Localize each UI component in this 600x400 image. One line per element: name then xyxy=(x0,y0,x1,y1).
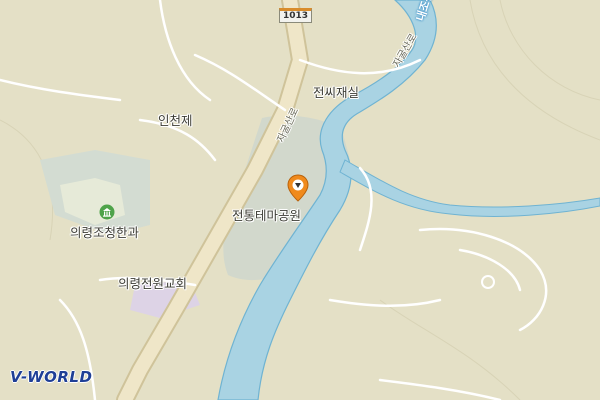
provider-logo: V-WORLD xyxy=(10,368,93,386)
government-building-icon xyxy=(99,204,115,220)
label-reservoir[interactable]: 인천제 xyxy=(158,110,193,129)
location-pin-icon[interactable] xyxy=(287,174,309,202)
label-church[interactable]: 의령전원교회 xyxy=(118,273,187,292)
label-shrine[interactable]: 전씨재실 xyxy=(313,82,359,101)
label-gov-office[interactable]: 의령조청한과 xyxy=(70,222,139,241)
route-shield: 1013 xyxy=(279,8,313,23)
map-view[interactable]: 1013 전씨재실 인천제 전통테마공원 의령조청한과 의령전원교회 내조천 자… xyxy=(0,0,600,400)
label-park[interactable]: 전통테마공원 xyxy=(232,205,301,224)
